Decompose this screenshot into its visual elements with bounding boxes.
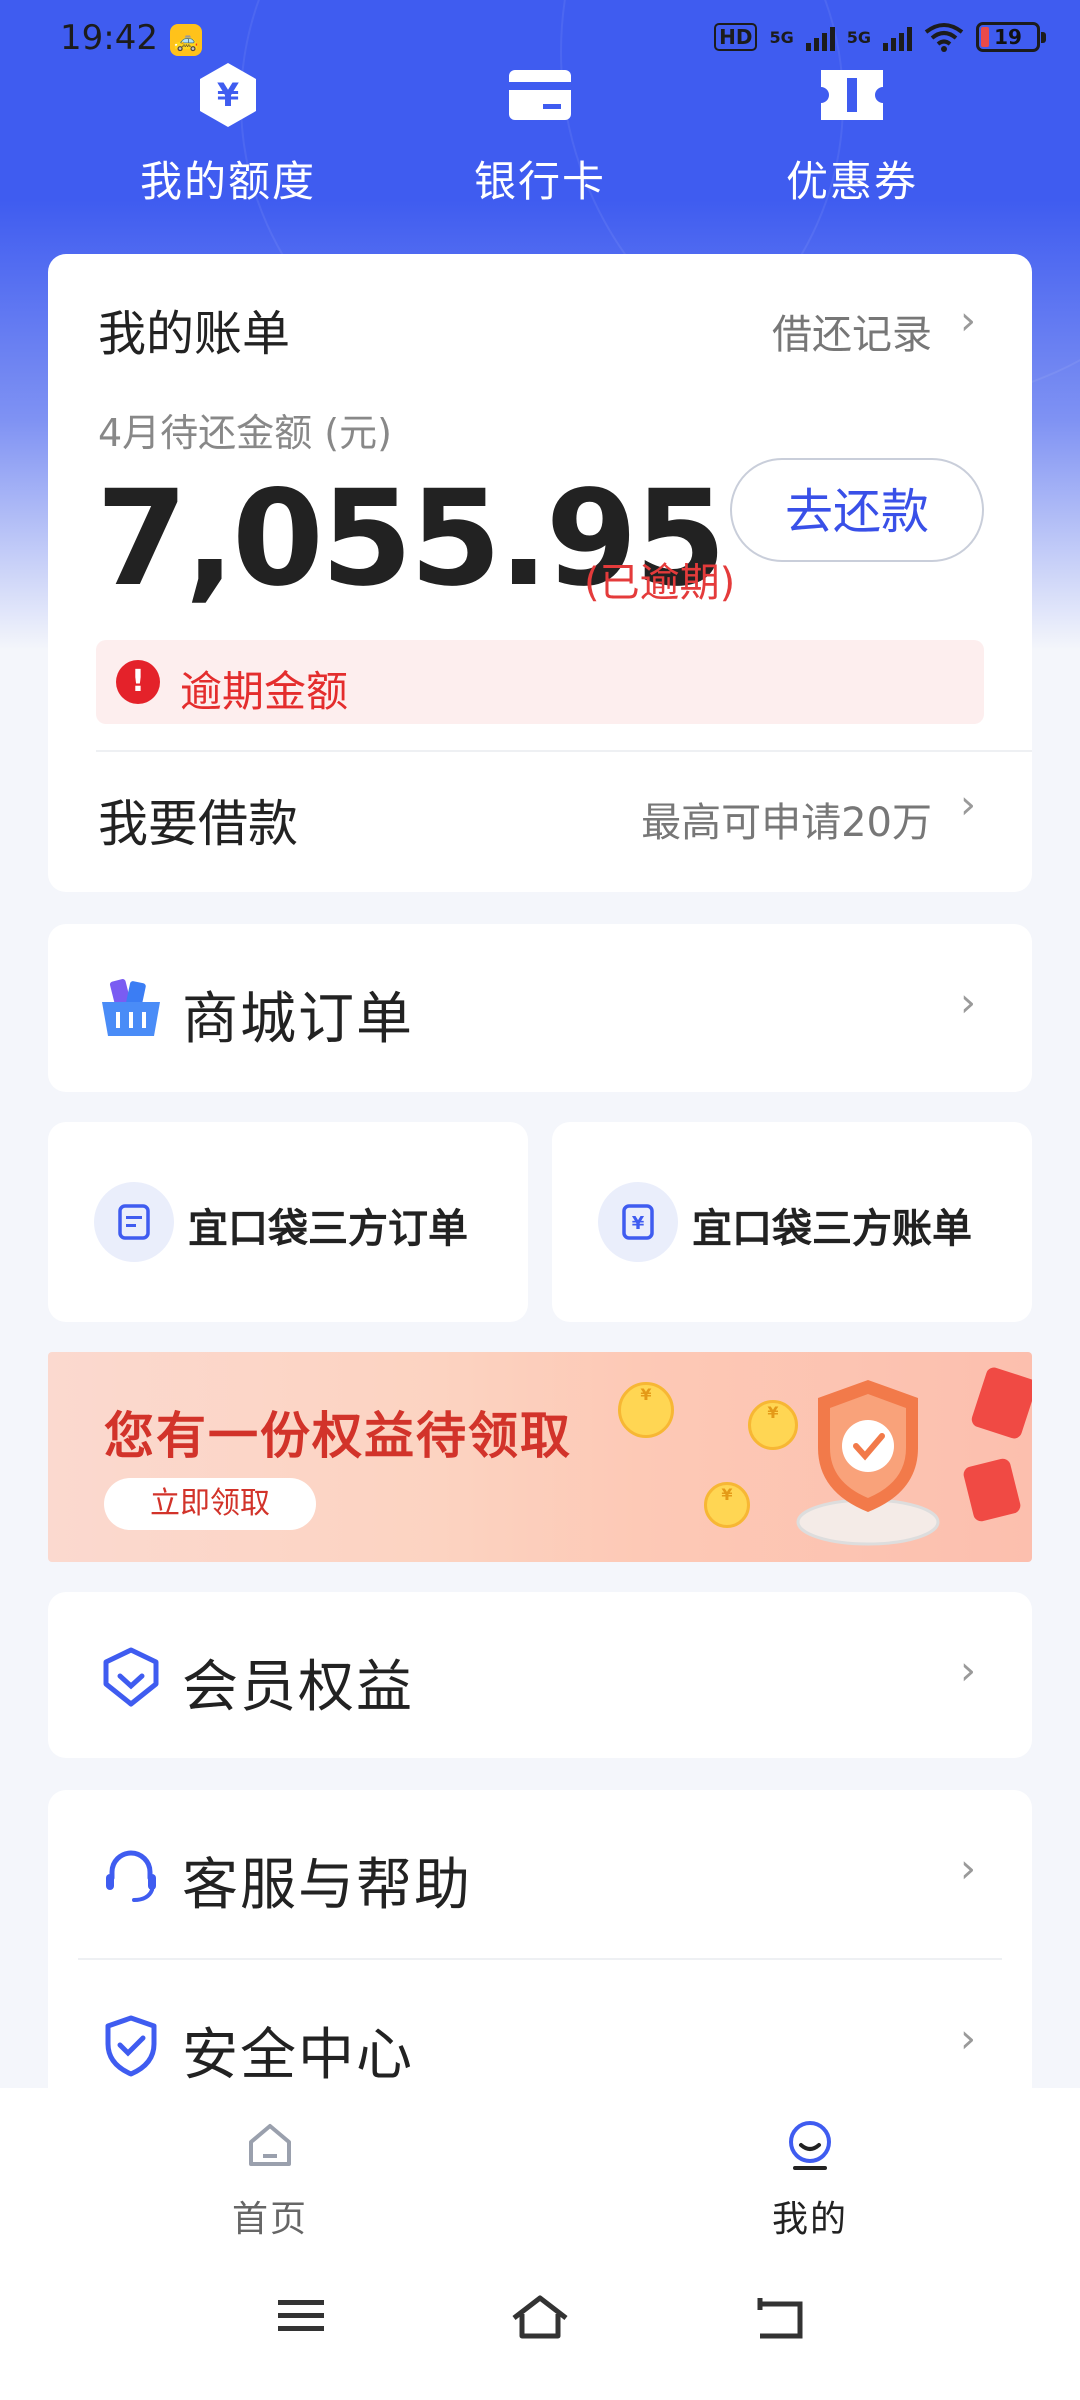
banner-headline: 您有一份权益待领取: [104, 1407, 572, 1465]
tab-mine[interactable]: 我的: [710, 2118, 910, 2242]
bottom-nav: 首页 我的: [0, 2088, 1080, 2400]
member-benefits-label: 会员权益: [182, 1655, 414, 1720]
bill-title: 我的账单: [98, 306, 291, 362]
chevron-right-icon: ›: [960, 1846, 976, 1892]
bank-card-icon: [509, 70, 571, 120]
order-doc-icon: [118, 1204, 150, 1240]
coupon-icon: [821, 70, 883, 120]
signal-1-label: 5G: [769, 27, 794, 47]
repay-button[interactable]: 去还款: [730, 458, 984, 562]
borrow-limit-hint[interactable]: 最高可申请20万: [641, 790, 932, 848]
battery-icon: 19: [976, 22, 1046, 52]
home-icon: [249, 2124, 291, 2166]
svg-text:¥: ¥: [217, 76, 239, 114]
chevron-right-icon: ›: [960, 2016, 976, 2062]
shield-check-illustration: [796, 1380, 940, 1546]
overdue-status: (已逾期): [584, 560, 736, 606]
overdue-alert[interactable]: ! 逾期金额: [96, 640, 984, 724]
quick-link-label: 我的额度: [139, 157, 316, 206]
third-party-bills-label: 宜口袋三方账单: [692, 1206, 972, 1252]
benefit-banner[interactable]: 您有一份权益待领取 立即领取: [48, 1352, 1032, 1562]
quick-link-bank-card[interactable]: 银行卡: [430, 60, 650, 209]
tab-home[interactable]: 首页: [170, 2118, 370, 2242]
coin-decoration: [618, 1382, 674, 1438]
due-amount-label: 4月待还金额 (元): [98, 411, 392, 455]
tab-mine-label: 我的: [771, 2199, 848, 2240]
headset-icon: [106, 1850, 156, 1902]
hd-indicator: HD: [714, 23, 758, 51]
quick-link-label: 银行卡: [473, 157, 606, 206]
red-envelope-decoration: [969, 1365, 1032, 1441]
svg-text:¥: ¥: [632, 1213, 645, 1234]
customer-service-label: 客服与帮助: [182, 1853, 472, 1918]
security-center-label: 安全中心: [182, 2023, 414, 2088]
coin-decoration: [704, 1482, 750, 1528]
smile-profile-icon: [789, 2121, 831, 2170]
chevron-right-icon: ›: [960, 980, 976, 1026]
exclamation-icon: !: [116, 660, 160, 704]
divider: [96, 750, 1032, 752]
system-home-icon[interactable]: [510, 2294, 570, 2342]
wifi-icon: [924, 23, 964, 52]
quick-link-coupon[interactable]: 优惠券: [742, 60, 962, 209]
third-party-orders-label: 宜口袋三方订单: [188, 1206, 468, 1252]
overdue-alert-text: 逾期金额: [180, 667, 349, 716]
yen-hexagon-icon: ¥: [200, 63, 256, 127]
signal-2-label: 5G: [846, 27, 871, 47]
chevron-right-icon: ›: [960, 1648, 976, 1694]
chevron-right-icon: ›: [960, 782, 976, 828]
customer-service-row[interactable]: 客服与帮助 ›: [48, 1790, 1032, 1958]
claim-now-button[interactable]: 立即领取: [104, 1478, 316, 1530]
quick-link-label: 优惠券: [785, 157, 918, 206]
order-doc-icon-bg: [94, 1182, 174, 1262]
red-envelope-decoration: [961, 1457, 1023, 1523]
third-party-orders-tile[interactable]: 宜口袋三方订单: [48, 1122, 528, 1322]
battery-level: 19: [994, 25, 1022, 49]
signal-2-icon: [883, 23, 912, 51]
yen-bill-icon-bg: ¥: [598, 1182, 678, 1262]
bill-card: 我的账单 借还记录 › 4月待还金额 (元) 7,055.95 (已逾期) 去还…: [48, 254, 1032, 892]
signal-1-icon: [805, 23, 835, 51]
shopping-basket-icon: [102, 979, 160, 1036]
borrow-label[interactable]: 我要借款: [98, 784, 298, 856]
tab-home-label: 首页: [231, 2199, 308, 2240]
taxi-app-icon: 🚕: [170, 24, 202, 56]
menu-icon[interactable]: [276, 2294, 326, 2338]
third-party-bills-tile[interactable]: ¥ 宜口袋三方账单: [552, 1122, 1032, 1322]
chevron-right-icon: ›: [960, 298, 976, 344]
quick-link-quota[interactable]: ¥ 我的额度: [118, 60, 338, 209]
mall-orders-row[interactable]: 商城订单 ›: [48, 924, 1032, 1092]
quick-links: ¥ 我的额度 银行卡 优惠券: [0, 60, 1080, 220]
shield-check-icon: [105, 2015, 157, 2077]
status-time: 19:42: [60, 18, 158, 58]
member-benefits-row[interactable]: 会员权益 ›: [48, 1592, 1032, 1758]
mall-orders-label: 商城订单: [182, 987, 414, 1052]
yen-bill-icon: ¥: [622, 1204, 654, 1240]
back-icon[interactable]: [752, 2294, 808, 2342]
member-badge-icon: [103, 1647, 159, 1707]
borrow-repay-record-link[interactable]: 借还记录: [772, 302, 932, 360]
